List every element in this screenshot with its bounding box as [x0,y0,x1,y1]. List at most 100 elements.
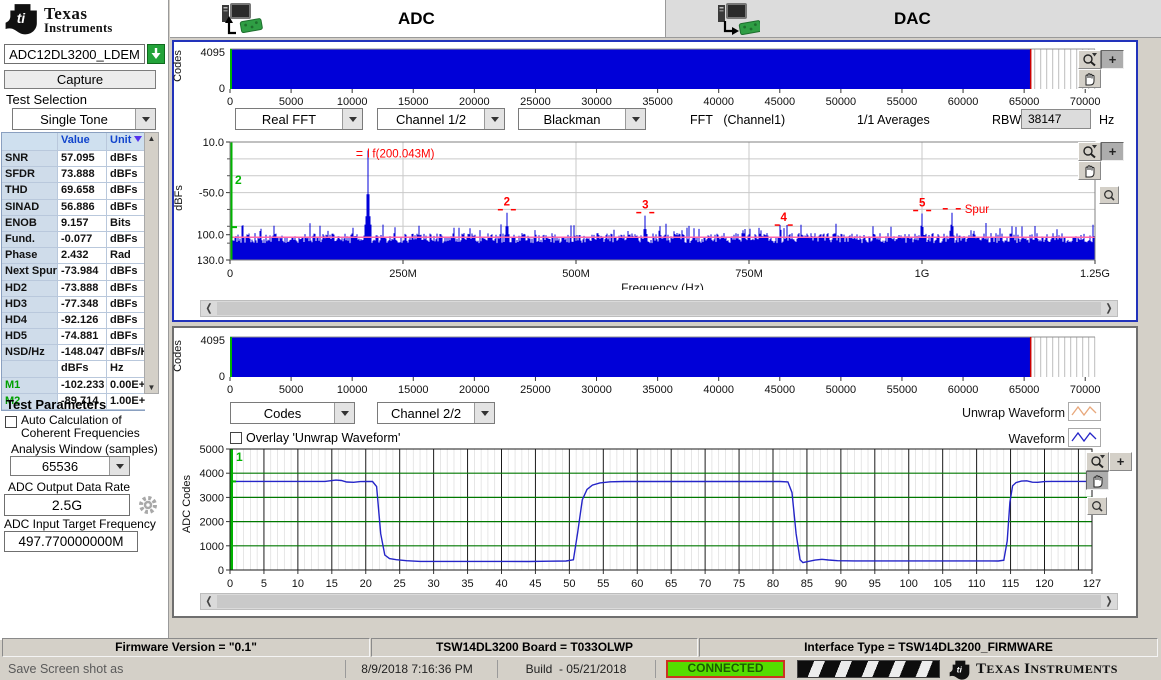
stats-cell: dBFs [58,361,107,376]
scroll-left-icon[interactable]: ❬ [202,595,216,608]
stats-row[interactable]: SNR57.095dBFs [2,151,145,167]
gear-icon[interactable] [137,494,159,516]
zoom-reset-button[interactable] [1087,497,1107,515]
display-type-select[interactable]: Codes [230,402,355,424]
pan-tool-button[interactable] [1078,69,1101,88]
load-device-button[interactable] [147,44,165,64]
y-tick-label: 5000 [200,445,224,456]
fft-plot[interactable]: f(200.043M)2345Spur210.0-50.0-100.0-130.… [198,138,1128,290]
rbw-input[interactable]: 38147 [1021,109,1091,129]
stats-row[interactable]: NSD/Hz-148.047dBFs/Hz [2,345,145,361]
wave-channel-value: Channel 2/2 [378,403,474,423]
wave-channel-select[interactable]: Channel 2/2 [377,402,495,424]
stats-row[interactable]: M1-102.2330.00E+0 [2,378,145,394]
data-rate-input[interactable]: 2.5G [4,494,130,516]
capture-overview-chart-ch1[interactable]: 4095005000100001500020000250003000035000… [198,44,1124,108]
stats-row[interactable]: Fund.-0.077dBFs [2,232,145,248]
scrollbar-thumb[interactable] [217,595,1101,608]
pan-tool-button[interactable] [1078,161,1101,180]
overlay-unwrap-checkbox[interactable] [230,432,242,444]
chevron-down-icon[interactable] [334,403,354,423]
scroll-right-icon[interactable]: ❭ [1102,302,1116,315]
device-select[interactable]: ADC12DL3200_LDEM [4,44,145,64]
stats-row[interactable]: SINAD56.886dBFs [2,200,145,216]
fft-window-select[interactable]: Blackman [518,108,646,130]
filter-icon[interactable] [134,136,142,142]
stats-row[interactable]: HD4-92.126dBFs [2,313,145,329]
svg-text:ti: ti [17,11,27,26]
stats-row[interactable]: ENOB9.157Bits [2,216,145,232]
stats-cell: dBFs [107,313,145,328]
test-selection-select[interactable]: Single Tone [12,108,156,130]
stats-cell: dBFs/Hz [107,345,145,360]
crosshair-tool-button[interactable]: + [1101,50,1124,69]
capture-overview-chart-ch2[interactable]: 4095005000100001500020000250003000035000… [198,332,1124,396]
zoom-tool-button[interactable] [1078,142,1101,161]
fft-panel: Codes 4095005000100001500020000250003000… [172,40,1138,322]
chevron-down-icon[interactable] [474,403,494,423]
stats-row[interactable]: HD5-74.881dBFs [2,329,145,345]
stats-cell: Bits [107,216,145,231]
waveform-plot[interactable]: 1010002000300040005000051015202530354045… [198,445,1128,591]
zoom-tool-button[interactable] [1078,50,1101,69]
zoom-tool-button[interactable] [1086,452,1109,471]
analysis-window-select[interactable]: 65536 [10,456,130,476]
stats-row[interactable]: HD3-77.348dBFs [2,297,145,313]
stats-cell: Unit [107,133,145,150]
stats-row[interactable]: Phase2.432Rad [2,248,145,264]
chevron-down-icon[interactable] [109,457,129,475]
stats-row[interactable]: dBFsHz [2,361,145,377]
stats-cell: HD5 [2,329,58,344]
y-tick-label: 4095 [201,47,225,59]
captured-samples-block [230,49,1031,89]
x-tick-label: 25000 [520,384,551,396]
fft-horizontal-scrollbar[interactable]: ❬ ❭ [200,300,1118,317]
y-tick-label: -50.0 [199,188,224,200]
activity-stripes-indicator [797,660,940,678]
chevron-down-icon[interactable] [484,109,504,129]
save-screenshot-button[interactable]: Save Screen shot as [8,662,123,676]
tab-adc[interactable]: ADC [170,0,666,38]
x-tick-label: 50000 [826,384,857,396]
stats-cell: dBFs [107,281,145,296]
tab-dac[interactable]: DAC [666,0,1161,38]
x-tick-label: 10000 [337,96,368,108]
fft-type-select[interactable]: Real FFT [235,108,363,130]
crosshair-tool-button[interactable]: + [1101,142,1124,161]
fft-y-axis-title: dBFs [173,185,185,211]
stats-cell: -73.888 [58,281,107,296]
x-tick-label: 250M [389,268,417,280]
pan-tool-button[interactable] [1086,471,1109,490]
stats-row[interactable]: HD2-73.888dBFs [2,281,145,297]
x-tick-label: 10 [292,578,304,590]
legend-unwrap-swatch[interactable] [1068,402,1101,421]
chevron-down-icon[interactable] [135,109,155,129]
status-firmware: Firmware Version = "0.1" [2,638,370,657]
crosshair-tool-button[interactable]: + [1109,452,1132,471]
x-tick-label: 55 [597,578,609,590]
x-tick-label: 40 [495,578,507,590]
scroll-left-icon[interactable]: ❬ [202,302,216,315]
capture-button[interactable]: Capture [4,70,156,89]
cursor-label: 2 [235,173,242,187]
build-label: Build - 05/21/2018 [506,662,646,676]
stats-cell: -74.881 [58,329,107,344]
chevron-down-icon[interactable] [625,109,645,129]
x-tick-label: 110 [968,578,986,590]
fft-channel-select[interactable]: Channel 1/2 [377,108,505,130]
stats-cell: 57.095 [58,151,107,166]
auto-calc-checkbox[interactable] [5,416,17,428]
stats-table-scrollbar[interactable]: ▲▼ [144,132,159,394]
wave-horizontal-scrollbar[interactable]: ❬ ❭ [200,593,1118,610]
scroll-right-icon[interactable]: ❭ [1102,595,1116,608]
target-freq-input[interactable]: 497.770000000M [4,531,138,552]
chevron-down-icon[interactable] [342,109,362,129]
stats-row[interactable]: SFDR73.888dBFs [2,167,145,183]
stats-cell: -77.348 [58,297,107,312]
stats-cell: NSD/Hz [2,345,58,360]
stats-cell: ENOB [2,216,58,231]
zoom-reset-button[interactable] [1099,186,1119,204]
stats-row[interactable]: THD69.658dBFs [2,183,145,199]
scrollbar-thumb[interactable] [217,302,1101,315]
stats-row[interactable]: Next Spur-73.984dBFs [2,264,145,280]
